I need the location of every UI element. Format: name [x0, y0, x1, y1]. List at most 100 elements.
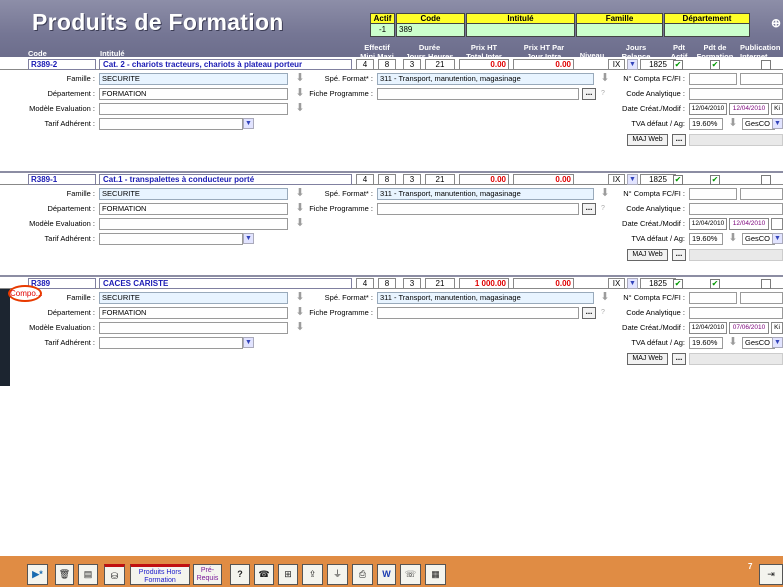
tva-field[interactable]: 19.60%	[689, 233, 723, 245]
n-compta-fc-field[interactable]	[689, 73, 737, 85]
word-icon[interactable]: W	[377, 564, 396, 585]
tarif-adherent-select[interactable]	[99, 118, 243, 130]
spe-format-field[interactable]: 311 - Transport, manutention, magasinage	[377, 188, 594, 200]
hierarchy-icon[interactable]: ⊞	[278, 564, 298, 585]
code-analytique-field[interactable]	[689, 203, 783, 215]
arrow-down-icon[interactable]: ⬇	[726, 337, 740, 349]
modele-evaluation-field[interactable]	[99, 322, 288, 334]
departement-field[interactable]: FORMATION	[99, 88, 288, 100]
chevron-down-icon[interactable]: ▼	[772, 337, 783, 348]
filter-famille-input[interactable]	[577, 24, 662, 36]
n-compta-fi-field[interactable]	[740, 188, 783, 200]
chevron-down-icon[interactable]: ▼	[627, 174, 638, 185]
modele-evaluation-field[interactable]	[99, 103, 288, 115]
n-compta-fc-field[interactable]	[689, 188, 737, 200]
tarif-adherent-select[interactable]	[99, 337, 243, 349]
chevron-down-icon[interactable]: ▼	[627, 59, 638, 70]
chevron-down-icon[interactable]: ▼	[243, 233, 254, 244]
niveau-select[interactable]: IX	[608, 278, 625, 289]
tva-field[interactable]: 19.60%	[689, 337, 723, 349]
prix-intra-field[interactable]: 0.00	[513, 278, 574, 289]
n-compta-fi-field[interactable]	[740, 292, 783, 304]
maj-web-button[interactable]: MAJ Web	[627, 249, 668, 261]
modele-evaluation-field[interactable]	[99, 218, 288, 230]
n-compta-fc-field[interactable]	[689, 292, 737, 304]
filter-actif-input[interactable]: -1	[371, 24, 394, 36]
browse-button[interactable]: ...	[582, 88, 596, 100]
record-code-field[interactable]: R389-2	[28, 59, 96, 70]
chevron-down-icon[interactable]: ▼	[772, 118, 783, 129]
effectif-maxi-field[interactable]: 8	[378, 278, 396, 289]
tva-field[interactable]: 19.60%	[689, 118, 723, 130]
chevron-down-icon[interactable]: ▼	[243, 337, 254, 348]
record-intitule-field[interactable]: CACES CARISTE	[99, 278, 352, 289]
exit-icon[interactable]: ⇥	[759, 564, 783, 585]
record-intitule-field[interactable]: Cat. 2 - chariots tracteurs, chariots à …	[99, 59, 352, 70]
departement-field[interactable]: FORMATION	[99, 307, 288, 319]
arrow-down-icon[interactable]: ⬇	[726, 118, 740, 130]
arrow-down-icon[interactable]: ⬇	[293, 188, 307, 200]
chevron-down-icon[interactable]: ▼	[627, 278, 638, 289]
effectif-mini-field[interactable]: 4	[356, 278, 374, 289]
pdt-actif-checkbox[interactable]: ✔	[673, 175, 683, 185]
prix-inter-field[interactable]: 0.00	[459, 59, 509, 70]
relance-field[interactable]: 1825	[640, 59, 676, 70]
effectif-mini-field[interactable]: 4	[356, 174, 374, 185]
famille-field[interactable]: SECURITE	[99, 73, 288, 85]
maj-web-button[interactable]: MAJ Web	[627, 353, 668, 365]
spe-format-field[interactable]: 311 - Transport, manutention, magasinage	[377, 292, 594, 304]
help-icon[interactable]: ?	[230, 564, 250, 585]
duree-heures-field[interactable]: 21	[425, 278, 455, 289]
maj-web-button[interactable]: MAJ Web	[627, 134, 668, 146]
arrow-down-icon[interactable]: ⬇	[293, 322, 307, 334]
pdt-actif-checkbox[interactable]: ✔	[673, 60, 683, 70]
niveau-select[interactable]: IX	[608, 59, 625, 70]
arrow-down-icon[interactable]: ⬇	[293, 292, 307, 304]
compo-button[interactable]: Compo...	[8, 285, 42, 302]
filter-intitule-input[interactable]	[467, 24, 574, 36]
filter-departement-input[interactable]	[665, 24, 749, 36]
arrow-down-icon[interactable]: ⬇	[293, 103, 307, 115]
relance-field[interactable]: 1825	[640, 278, 676, 289]
browse-button[interactable]: ...	[672, 134, 686, 146]
record-code-field[interactable]: R389-1	[28, 174, 96, 185]
duree-heures-field[interactable]: 21	[425, 174, 455, 185]
fax-icon[interactable]: ☏	[400, 564, 421, 585]
prix-inter-field[interactable]: 1 000.00	[459, 278, 509, 289]
chevron-down-icon[interactable]: ▼	[772, 233, 783, 244]
pdt-formation-checkbox[interactable]: ✔	[710, 175, 720, 185]
publication-checkbox[interactable]	[761, 60, 771, 70]
departement-field[interactable]: FORMATION	[99, 203, 288, 215]
agence-select[interactable]: GesCO	[742, 118, 775, 130]
export-icon[interactable]: ⇪	[302, 564, 323, 585]
prix-inter-field[interactable]: 0.00	[459, 174, 509, 185]
effectif-maxi-field[interactable]: 8	[378, 174, 396, 185]
tarif-adherent-select[interactable]	[99, 233, 243, 245]
arrow-down-icon[interactable]: ⬇	[293, 73, 307, 85]
record-intitule-field[interactable]: Cat.1 - transpalettes à conducteur porté	[99, 174, 352, 185]
pdt-formation-checkbox[interactable]: ✔	[710, 60, 720, 70]
chevron-down-icon[interactable]: ▼	[243, 118, 254, 129]
publication-checkbox[interactable]	[761, 279, 771, 289]
agence-select[interactable]: GesCO	[742, 233, 775, 245]
prix-intra-field[interactable]: 0.00	[513, 174, 574, 185]
duree-heures-field[interactable]: 21	[425, 59, 455, 70]
browse-button[interactable]: ...	[672, 353, 686, 365]
delete-icon[interactable]: 🗑	[55, 564, 74, 585]
fiche-programme-field[interactable]	[377, 88, 579, 100]
code-analytique-field[interactable]	[689, 88, 783, 100]
calculator-icon[interactable]: ▦	[425, 564, 446, 585]
arrow-down-icon[interactable]: ⬇	[293, 218, 307, 230]
browse-button[interactable]: ...	[582, 307, 596, 319]
pdt-formation-checkbox[interactable]: ✔	[710, 279, 720, 289]
famille-field[interactable]: SECURITE	[99, 292, 288, 304]
niveau-select[interactable]: IX	[608, 174, 625, 185]
produits-hors-formation-button[interactable]: Produits Hors Formation	[130, 564, 190, 585]
new-record-icon[interactable]: ▶*	[27, 564, 48, 585]
pre-requis-button[interactable]: Pré-Requis	[193, 564, 222, 585]
form-view-icon[interactable]: ▤	[78, 564, 98, 585]
effectif-mini-field[interactable]: 4	[356, 59, 374, 70]
famille-field[interactable]: SECURITE	[99, 188, 288, 200]
effectif-maxi-field[interactable]: 8	[378, 59, 396, 70]
relance-field[interactable]: 1825	[640, 174, 676, 185]
